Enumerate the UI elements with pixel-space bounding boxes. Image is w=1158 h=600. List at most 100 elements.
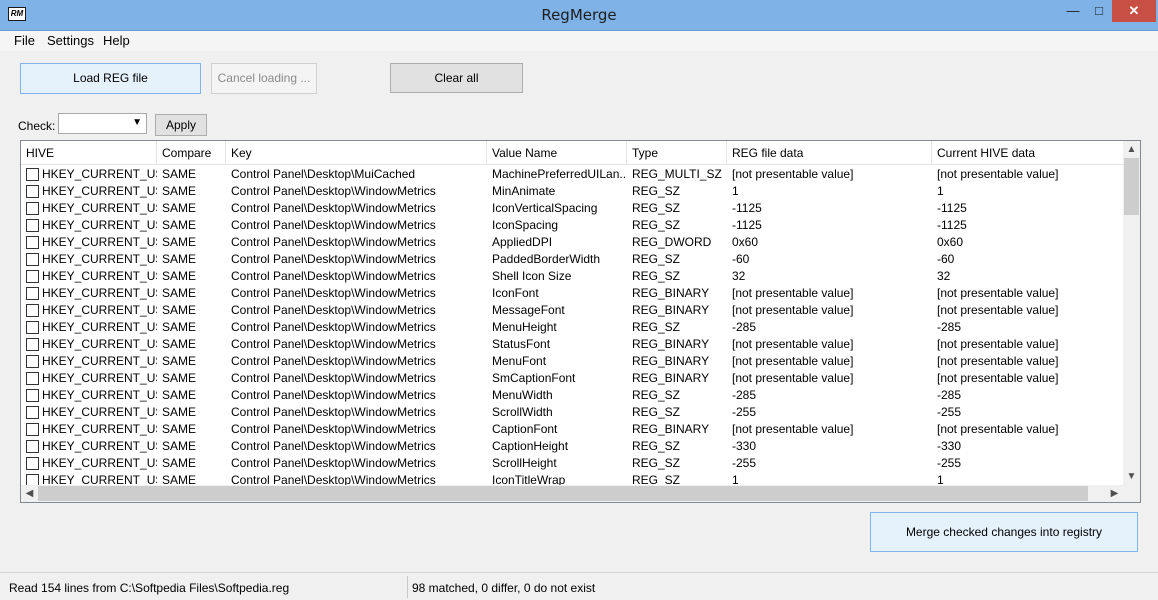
column-header-type[interactable]: Type: [627, 141, 727, 165]
apply-button[interactable]: Apply: [155, 114, 207, 136]
table-row[interactable]: HKEY_CURRENT_USER SAME Control Panel\Deskt…: [21, 268, 1124, 285]
table-row[interactable]: HKEY_CURRENT_USER SAME Control Panel\Deskt…: [21, 353, 1124, 370]
cell-reg-file-data: [not presentable value]: [732, 422, 854, 436]
cell-current-hive-data: [not presentable value]: [937, 303, 1059, 317]
column-header-value-name[interactable]: Value Name: [487, 141, 627, 165]
table-row[interactable]: HKEY_CURRENT_USER SAME Control Panel\Deskt…: [21, 421, 1124, 438]
column-header-current-hive-data[interactable]: Current HIVE data: [932, 141, 1124, 165]
cell-reg-file-data: -255: [732, 405, 757, 419]
horizontal-scroll-thumb[interactable]: [38, 486, 1088, 501]
menu-settings[interactable]: Settings: [47, 33, 94, 48]
merge-changes-button[interactable]: Merge checked changes into registry: [870, 512, 1138, 552]
table-row[interactable]: HKEY_CURRENT_USER SAME Control Panel\Deskt…: [21, 166, 1124, 183]
cell-reg-file-data: -60: [732, 252, 750, 266]
cell-compare: SAME: [162, 371, 197, 385]
cell-type: REG_BINARY: [632, 286, 710, 300]
cell-compare: SAME: [162, 388, 197, 402]
cell-current-hive-data: [not presentable value]: [937, 286, 1059, 300]
cell-type: REG_SZ: [632, 456, 681, 470]
clear-all-button[interactable]: Clear all: [390, 63, 523, 93]
status-divider: [407, 576, 408, 598]
column-header-key[interactable]: Key: [226, 141, 487, 165]
cell-key: Control Panel\Desktop\WindowMetrics: [231, 286, 436, 300]
table-row[interactable]: HKEY_CURRENT_USER SAME Control Panel\Deskt…: [21, 285, 1124, 302]
cell-reg-file-data: [not presentable value]: [732, 303, 854, 317]
table-row[interactable]: HKEY_CURRENT_USER SAME Control Panel\Deskt…: [21, 370, 1124, 387]
scroll-right-icon[interactable]: ▶: [1106, 485, 1123, 502]
cell-compare: SAME: [162, 167, 197, 181]
column-header-reg-file-data[interactable]: REG file data: [727, 141, 932, 165]
cell-value-name: MenuWidth: [492, 388, 553, 402]
vertical-scroll-thumb[interactable]: [1124, 158, 1139, 215]
horizontal-scrollbar[interactable]: ◀ ▶: [21, 485, 1123, 502]
table-header: HIVE Compare Key Value Name Type REG fil…: [21, 141, 1124, 165]
table-row[interactable]: HKEY_CURRENT_USER SAME Control Panel\Deskt…: [21, 302, 1124, 319]
cell-hive: HKEY_CURRENT_USER: [42, 439, 157, 453]
scroll-left-icon[interactable]: ◀: [21, 485, 38, 502]
table-row[interactable]: HKEY_CURRENT_USER SAME Control Panel\Deskt…: [21, 319, 1124, 336]
cell-value-name: ScrollWidth: [492, 405, 553, 419]
cell-type: REG_SZ: [632, 320, 681, 334]
table-row[interactable]: HKEY_CURRENT_USER SAME Control Panel\Deskt…: [21, 336, 1124, 353]
table-row[interactable]: HKEY_CURRENT_USER SAME Control Panel\Deskt…: [21, 387, 1124, 404]
cell-hive: HKEY_CURRENT_USER: [42, 235, 157, 249]
status-bar: Read 154 lines from C:\Softpedia Files\S…: [0, 572, 1158, 600]
table-row[interactable]: HKEY_CURRENT_USER SAME Control Panel\Deskt…: [21, 404, 1124, 421]
registry-table: HIVE Compare Key Value Name Type REG fil…: [20, 140, 1141, 503]
check-dropdown[interactable]: ▼: [58, 113, 147, 134]
cancel-loading-button[interactable]: Cancel loading ...: [211, 63, 317, 94]
table-row[interactable]: HKEY_CURRENT_USER SAME Control Panel\Deskt…: [21, 234, 1124, 251]
cell-reg-file-data: [not presentable value]: [732, 337, 854, 351]
cell-reg-file-data: -1125: [732, 218, 762, 232]
minimize-button[interactable]: —: [1060, 0, 1086, 22]
cell-reg-file-data: -1125: [732, 201, 762, 215]
cell-reg-file-data: [not presentable value]: [732, 371, 854, 385]
cell-reg-file-data: [not presentable value]: [732, 167, 854, 181]
cell-hive: HKEY_CURRENT_USER: [42, 252, 157, 266]
menu-help[interactable]: Help: [103, 33, 130, 48]
cell-type: REG_BINARY: [632, 371, 710, 385]
cell-value-name: MenuHeight: [492, 320, 557, 334]
table-row[interactable]: HKEY_CURRENT_USER SAME Control Panel\Deskt…: [21, 183, 1124, 200]
vertical-scrollbar[interactable]: ▲ ▼: [1123, 141, 1140, 485]
cell-hive: HKEY_CURRENT_USER: [42, 320, 157, 334]
close-button[interactable]: ✕: [1112, 0, 1156, 22]
cell-reg-file-data: -330: [732, 439, 757, 453]
cell-hive: HKEY_CURRENT_USER: [42, 456, 157, 470]
table-row[interactable]: HKEY_CURRENT_USER SAME Control Panel\Deskt…: [21, 217, 1124, 234]
cell-key: Control Panel\Desktop\WindowMetrics: [231, 405, 436, 419]
cell-value-name: Shell Icon Size: [492, 269, 572, 283]
cell-compare: SAME: [162, 337, 197, 351]
cell-current-hive-data: -60: [937, 252, 955, 266]
column-header-compare[interactable]: Compare: [157, 141, 226, 165]
title-bar: RM RegMerge — □ ✕: [0, 0, 1158, 31]
cell-type: REG_SZ: [632, 184, 681, 198]
cell-key: Control Panel\Desktop\WindowMetrics: [231, 184, 436, 198]
cell-reg-file-data: [not presentable value]: [732, 354, 854, 368]
cell-hive: HKEY_CURRENT_USER: [42, 354, 157, 368]
table-row[interactable]: HKEY_CURRENT_USER SAME Control Panel\Deskt…: [21, 438, 1124, 455]
cell-current-hive-data: -285: [937, 320, 962, 334]
table-row[interactable]: HKEY_CURRENT_USER SAME Control Panel\Deskt…: [21, 455, 1124, 472]
table-row[interactable]: HKEY_CURRENT_USER SAME Control Panel\Deskt…: [21, 251, 1124, 268]
cell-value-name: AppliedDPI: [492, 235, 553, 249]
table-row[interactable]: HKEY_CURRENT_USER SAME Control Panel\Deskt…: [21, 200, 1124, 217]
cell-type: REG_BINARY: [632, 354, 710, 368]
cell-key: Control Panel\Desktop\WindowMetrics: [231, 201, 436, 215]
cell-compare: SAME: [162, 456, 197, 470]
maximize-button[interactable]: □: [1086, 0, 1112, 22]
scroll-down-icon[interactable]: ▼: [1123, 468, 1140, 485]
window-title: RegMerge: [541, 6, 617, 24]
cell-compare: SAME: [162, 184, 197, 198]
scroll-up-icon[interactable]: ▲: [1123, 141, 1140, 158]
cell-key: Control Panel\Desktop\WindowMetrics: [231, 422, 436, 436]
cell-type: REG_DWORD: [632, 235, 712, 249]
menu-file[interactable]: File: [14, 33, 35, 48]
cell-hive: HKEY_CURRENT_USER: [42, 371, 157, 385]
load-reg-file-button[interactable]: Load REG file: [20, 63, 201, 94]
cell-key: Control Panel\Desktop\WindowMetrics: [231, 235, 436, 249]
column-header-hive[interactable]: HIVE: [21, 141, 157, 165]
cell-current-hive-data: [not presentable value]: [937, 167, 1059, 181]
cell-type: REG_BINARY: [632, 337, 710, 351]
cell-value-name: MinAnimate: [492, 184, 556, 198]
